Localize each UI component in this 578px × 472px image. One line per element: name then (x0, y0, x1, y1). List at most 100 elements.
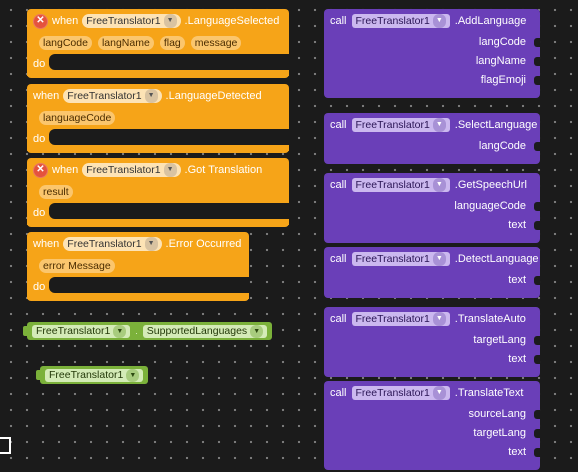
dropdown-arrow-icon: ▼ (432, 252, 446, 266)
event-footer (27, 293, 249, 301)
param-langcode[interactable]: langCode (39, 36, 92, 50)
event-params: result (27, 181, 289, 203)
event-footer (27, 219, 289, 227)
component-dropdown[interactable]: FreeTranslator1 ▼ (351, 178, 450, 192)
arg-text[interactable]: text (324, 216, 540, 235)
error-x-icon[interactable]: ✕ (33, 162, 48, 178)
dropdown-arrow-icon: ▼ (113, 324, 127, 338)
do-slot[interactable] (49, 129, 289, 145)
arg-langname[interactable]: langName (324, 52, 540, 71)
event-params: error Message (27, 255, 249, 277)
do-label: do (33, 133, 46, 145)
output-plug (23, 326, 28, 336)
event-block-error-occurred[interactable]: when FreeTranslator1 ▼ .Error Occurred e… (27, 232, 249, 301)
component-dropdown[interactable]: FreeTranslator1 ▼ (45, 368, 144, 382)
call-header: call FreeTranslator1 ▼ .SelectLanguage (324, 113, 540, 137)
arg-targetlang[interactable]: targetLang (324, 331, 540, 350)
dropdown-arrow-icon: ▼ (432, 178, 446, 192)
dropdown-arrow-icon: ▼ (432, 312, 446, 326)
arg-text[interactable]: text (324, 271, 540, 290)
component-name: FreeTranslator1 (67, 238, 142, 250)
component-name: FreeTranslator1 (49, 368, 124, 381)
arg-text[interactable]: text (324, 443, 540, 462)
component-name: FreeTranslator1 (355, 119, 430, 131)
component-dropdown[interactable]: FreeTranslator1 ▼ (351, 14, 450, 28)
dropdown-arrow-icon: ▼ (163, 163, 177, 177)
method-name: .SelectLanguage (454, 119, 538, 131)
event-header: when FreeTranslator1 ▼ .Error Occurred (27, 232, 249, 255)
event-params: languageCode (27, 107, 289, 129)
call-block-get-speech-url[interactable]: call FreeTranslator1 ▼ .GetSpeechUrl lan… (324, 173, 540, 243)
arg-langcode[interactable]: langCode (324, 137, 540, 156)
component-name: FreeTranslator1 (355, 253, 430, 265)
component-getter[interactable]: FreeTranslator1 ▼ (36, 366, 149, 384)
arg-targetlang[interactable]: targetLang (324, 424, 540, 443)
event-header: ✕ when FreeTranslator1 ▼ .LanguageSelect… (27, 9, 289, 32)
param-languagecode[interactable]: languageCode (39, 111, 116, 125)
dropdown-arrow-icon: ▼ (432, 386, 446, 400)
when-keyword: when (52, 164, 79, 176)
call-header: call FreeTranslator1 ▼ .DetectLanguage (324, 247, 540, 271)
component-name: FreeTranslator1 (86, 15, 161, 27)
component-dropdown[interactable]: FreeTranslator1 ▼ (32, 324, 131, 338)
arg-langcode[interactable]: langCode (324, 33, 540, 52)
event-name: .Got Translation (184, 164, 263, 176)
call-block-translate-auto[interactable]: call FreeTranslator1 ▼ .TranslateAuto ta… (324, 307, 540, 377)
output-plug (36, 370, 41, 380)
arg-text[interactable]: text (324, 350, 540, 369)
supported-languages-getter[interactable]: FreeTranslator1 ▼ . SupportedLanguages ▼ (23, 322, 273, 340)
component-dropdown[interactable]: FreeTranslator1 ▼ (63, 89, 162, 103)
param-flag[interactable]: flag (159, 36, 185, 50)
component-name: FreeTranslator1 (36, 324, 111, 337)
call-keyword: call (330, 119, 347, 131)
event-footer (27, 145, 289, 153)
dropdown-arrow-icon: ▼ (250, 324, 264, 338)
param-error-message[interactable]: error Message (39, 259, 115, 273)
method-name: .DetectLanguage (454, 253, 539, 265)
do-slot[interactable] (49, 54, 289, 70)
do-slot[interactable] (49, 277, 249, 293)
event-block-language-selected[interactable]: ✕ when FreeTranslator1 ▼ .LanguageSelect… (27, 9, 289, 78)
when-keyword: when (52, 15, 79, 27)
component-dropdown[interactable]: FreeTranslator1 ▼ (82, 163, 181, 177)
param-result[interactable]: result (39, 185, 73, 199)
event-block-got-translation[interactable]: ✕ when FreeTranslator1 ▼ .Got Translatio… (27, 158, 289, 227)
method-name: .TranslateAuto (454, 313, 526, 325)
arg-flagemoji[interactable]: flagEmoji (324, 71, 540, 90)
arg-sourcelang[interactable]: sourceLang (324, 405, 540, 424)
when-keyword: when (33, 238, 60, 250)
workspace-control-partial[interactable] (0, 437, 11, 454)
call-block-translate-text[interactable]: call FreeTranslator1 ▼ .TranslateText so… (324, 381, 540, 470)
call-block-detect-language[interactable]: call FreeTranslator1 ▼ .DetectLanguage t… (324, 247, 540, 298)
component-name: FreeTranslator1 (67, 90, 142, 102)
do-label: do (33, 58, 46, 70)
call-keyword: call (330, 253, 347, 265)
method-name: .GetSpeechUrl (454, 179, 527, 191)
component-dropdown[interactable]: FreeTranslator1 ▼ (63, 237, 162, 251)
dropdown-arrow-icon: ▼ (144, 237, 158, 251)
event-footer (27, 70, 289, 78)
call-header: call FreeTranslator1 ▼ .TranslateText (324, 381, 540, 405)
component-dropdown[interactable]: FreeTranslator1 ▼ (351, 386, 450, 400)
call-block-select-language[interactable]: call FreeTranslator1 ▼ .SelectLanguage l… (324, 113, 540, 164)
do-slot[interactable] (49, 203, 289, 219)
param-message[interactable]: message (190, 36, 242, 50)
call-header: call FreeTranslator1 ▼ .TranslateAuto (324, 307, 540, 331)
component-dropdown[interactable]: FreeTranslator1 ▼ (82, 14, 181, 28)
error-x-icon[interactable]: ✕ (33, 13, 48, 29)
call-keyword: call (330, 15, 347, 27)
do-label: do (33, 281, 46, 293)
call-block-add-language[interactable]: call FreeTranslator1 ▼ .AddLanguage lang… (324, 9, 540, 98)
component-name: FreeTranslator1 (355, 15, 430, 27)
param-langname[interactable]: langName (97, 36, 154, 50)
component-dropdown[interactable]: FreeTranslator1 ▼ (351, 312, 450, 326)
component-name: FreeTranslator1 (355, 387, 430, 399)
property-dropdown[interactable]: SupportedLanguages ▼ (142, 324, 268, 338)
arg-languagecode[interactable]: languageCode (324, 197, 540, 216)
component-dropdown[interactable]: FreeTranslator1 ▼ (351, 252, 450, 266)
component-name: FreeTranslator1 (86, 164, 161, 176)
event-block-language-detected[interactable]: when FreeTranslator1 ▼ .LanguageDetected… (27, 84, 289, 153)
call-footer (324, 235, 540, 243)
component-dropdown[interactable]: FreeTranslator1 ▼ (351, 118, 450, 132)
event-params: langCode langName flag message (27, 32, 289, 54)
